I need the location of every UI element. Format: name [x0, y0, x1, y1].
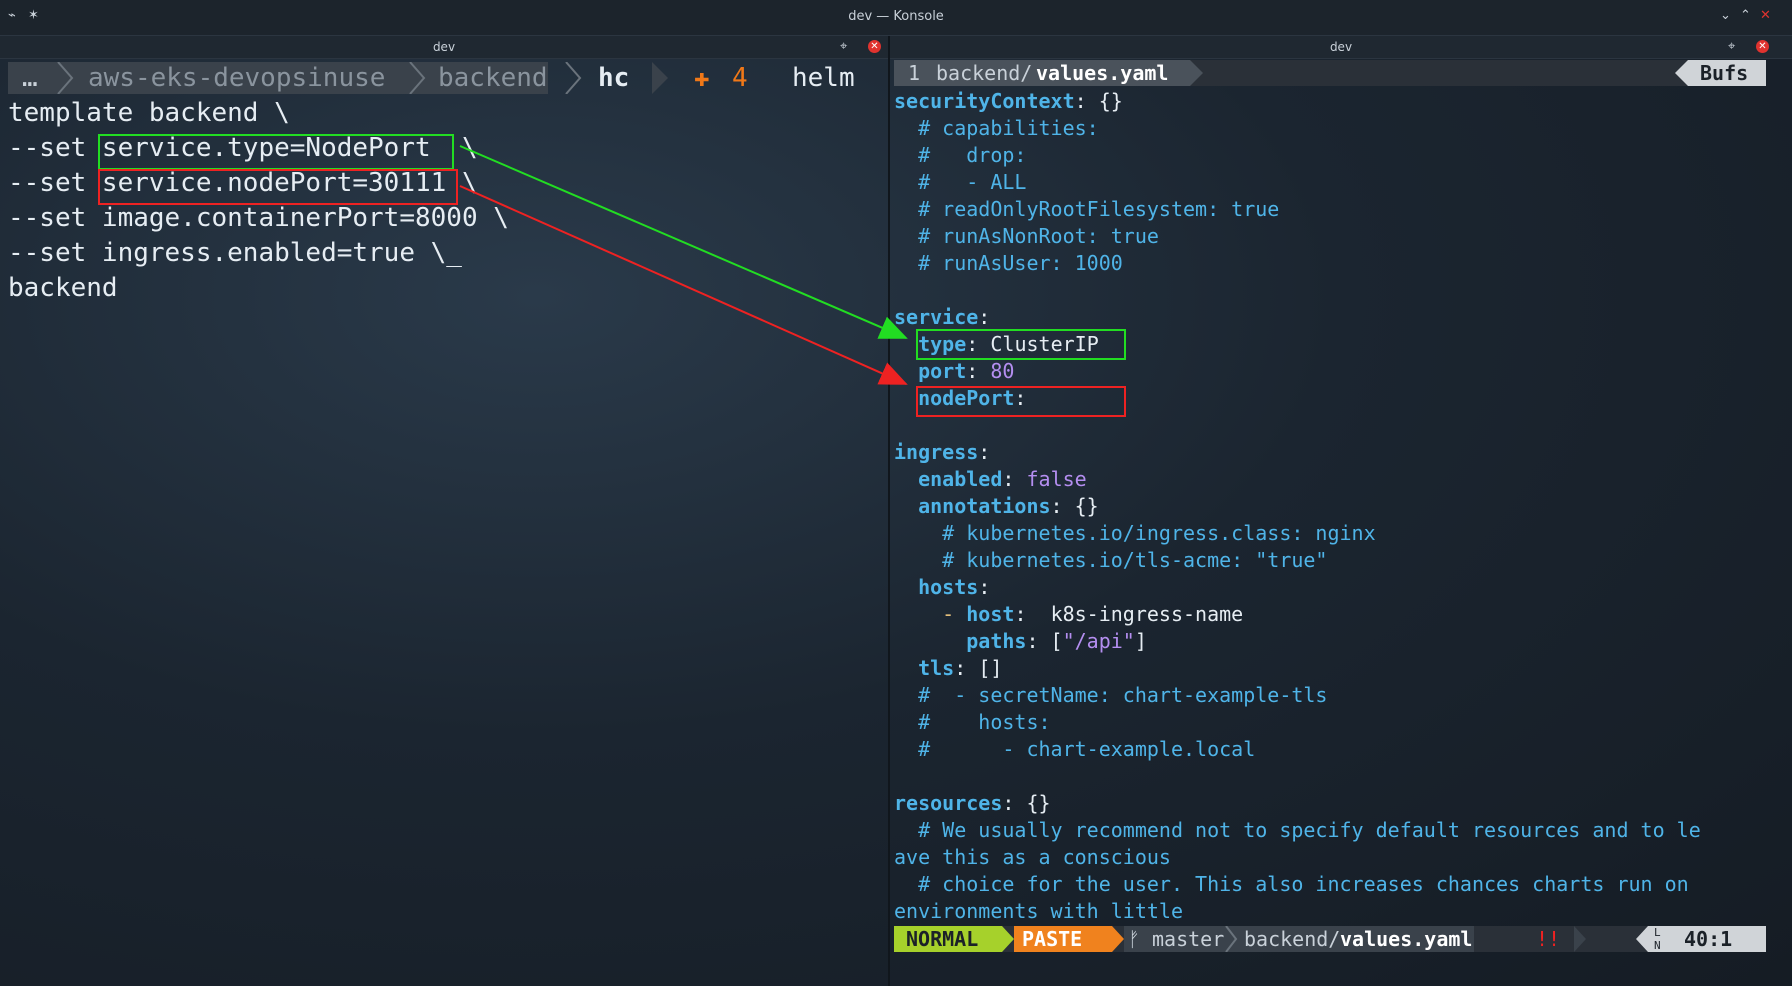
code-comment: # - secretName: chart-example-tls: [894, 683, 1328, 707]
git-changes-count: 4: [732, 63, 748, 93]
buffer-file[interactable]: values.yaml: [1036, 60, 1168, 86]
code-comment: # - chart-example.local: [894, 737, 1256, 761]
code-line: enabled: false: [918, 467, 1087, 491]
window-titlebar: ⌁ ✶ dev — Konsole ⌄ ⌃ ✕: [0, 0, 1792, 36]
status-file-name: values.yaml: [1340, 927, 1473, 951]
split-view-icon[interactable]: ⌖: [840, 39, 847, 54]
command-line: template backend \: [8, 98, 290, 128]
close-window-icon[interactable]: ✕: [1760, 8, 1771, 23]
code-line: service:: [894, 305, 991, 329]
code-line: ingress:: [894, 440, 991, 464]
code-line: paths: ["/api"]: [966, 629, 1147, 653]
highlight-box-node-port: [98, 169, 458, 205]
close-pane-icon[interactable]: ✕: [1756, 40, 1769, 53]
shell-prompt: … aws-eks-devopsinuse backend hc ✚ 4 hel…: [8, 62, 880, 94]
code-comment: # capabilities:: [894, 116, 1099, 140]
code-line: hosts:: [918, 575, 991, 599]
minimize-icon[interactable]: ⌄: [1720, 8, 1731, 23]
paste-arrow-icon: [1112, 926, 1124, 952]
prompt-current-dir: hc: [598, 63, 630, 93]
code-line: resources: {}: [894, 791, 1051, 815]
modified-flag: !!: [1536, 927, 1561, 951]
sep-icon: [1225, 926, 1238, 952]
code-line: securityContext: {}: [894, 89, 1123, 113]
command-line: backend: [8, 273, 118, 303]
vim-statusline: NORMAL PASTE ᚠ master backend/ values.ya…: [894, 926, 1766, 952]
git-branch: master: [1152, 927, 1225, 951]
paste-indicator: PASTE: [1022, 927, 1083, 951]
split-view-icon[interactable]: ⌖: [1728, 39, 1735, 54]
git-dirty-icon: ✚: [694, 63, 710, 93]
position-arrow-icon: [1636, 926, 1648, 952]
maximize-icon[interactable]: ⌃: [1740, 8, 1751, 23]
cursor-position: 40:1: [1684, 927, 1733, 951]
prompt-dir-segment: aws-eks-devopsinuse: [88, 63, 386, 93]
code-comment: # choice for the user. This also increas…: [894, 872, 1689, 896]
buffer-number: 1: [908, 61, 921, 85]
prompt-ellipsis: …: [22, 63, 38, 93]
code-comment: # drop:: [894, 143, 1027, 167]
code-comment: # - ALL: [894, 170, 1027, 194]
status-file-dir: backend/: [1244, 927, 1341, 951]
prompt-arrow-icon: [652, 62, 668, 94]
code-line: tls: []: [918, 656, 1003, 680]
code-line: - host: k8s-ingress-name: [942, 602, 1244, 626]
bufs-label[interactable]: Bufs: [1700, 60, 1748, 86]
code-comment: # runAsUser: 1000: [894, 251, 1123, 275]
code-line: annotations: {}: [918, 494, 1099, 518]
command-start: helm: [792, 63, 855, 93]
mode-indicator: NORMAL: [906, 927, 979, 951]
code-comment: # kubernetes.io/ingress.class: nginx: [894, 521, 1376, 545]
code-comment: # runAsNonRoot: true: [894, 224, 1159, 248]
line-number-label: LN: [1654, 926, 1661, 952]
status-arrow-icon: [1574, 926, 1586, 952]
code-comment: environments with little: [894, 899, 1183, 923]
tab-arrow-icon: [1190, 60, 1203, 86]
highlight-box-type: [916, 329, 1126, 360]
code-comment: ave this as a conscious: [894, 845, 1171, 869]
buffer-tabline: 1 backend/ values.yaml Bufs: [894, 60, 1766, 86]
bufs-arrow-icon: [1675, 60, 1688, 86]
code-comment: # hosts:: [894, 710, 1051, 734]
code-line: port: 80: [918, 359, 1015, 383]
left-pane-title: dev: [432, 40, 456, 54]
command-line: --set image.containerPort=8000 \: [8, 203, 509, 233]
code-editor[interactable]: securityContext: {} # capabilities: # dr…: [894, 88, 1766, 925]
prompt-dir-segment: backend: [438, 63, 548, 93]
close-pane-icon[interactable]: ✕: [868, 40, 881, 53]
highlight-box-service-type: [98, 134, 454, 170]
git-branch-icon: ᚠ: [1128, 927, 1140, 951]
right-pane-header: dev ⌖ ✕: [890, 36, 1792, 59]
buffer-dir[interactable]: backend/: [936, 60, 1032, 86]
code-comment: # readOnlyRootFilesystem: true: [894, 197, 1280, 221]
command-line: --set ingress.enabled=true \_: [8, 238, 462, 268]
code-comment: # We usually recommend not to specify de…: [894, 818, 1701, 842]
pane-divider[interactable]: [888, 36, 890, 986]
left-pane-header: dev ⌖ ✕: [0, 36, 888, 59]
mode-arrow-icon: [1002, 926, 1014, 952]
right-pane-title: dev: [1329, 40, 1353, 54]
highlight-box-node-port-field: [916, 386, 1126, 417]
window-title: dev — Konsole: [848, 9, 944, 24]
code-comment: # kubernetes.io/tls-acme: "true": [894, 548, 1328, 572]
